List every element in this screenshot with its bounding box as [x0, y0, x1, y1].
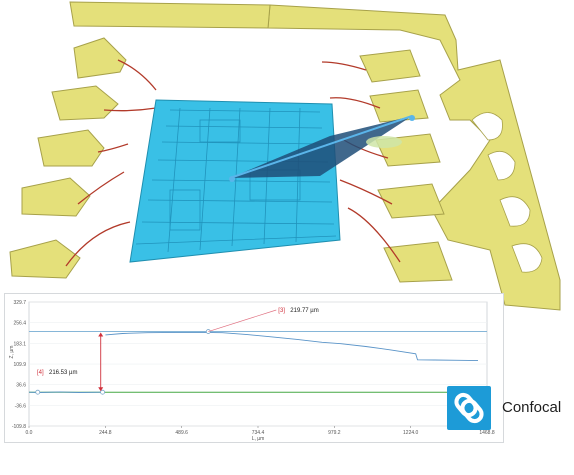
y-tick-label: 256.4: [13, 321, 26, 327]
y-tick-label: 109.9: [13, 362, 26, 368]
x-tick-label: 489.6: [175, 430, 188, 436]
confocal-link-icon: [454, 392, 484, 424]
annotation-4-value: 216.53 µm: [49, 370, 77, 376]
annotation-3-value: 219.77 µm: [290, 308, 318, 314]
annotation-3-leader: [208, 309, 277, 332]
x-tick-label: 979.2: [328, 430, 341, 436]
profile-chart-panel: 329.7 256.4 183.1 109.9 36.6 -36.6 -109.8 0.0 24…: [4, 293, 504, 443]
x-tick-label: 1224.0: [403, 430, 419, 436]
product-name: Confocal: [502, 399, 562, 416]
leadframe-top-strip: [69, 1, 271, 29]
pad-left-4: [21, 177, 91, 217]
pad-left-1: [73, 37, 127, 79]
profile-chart: 329.7 256.4 183.1 109.9 36.6 -36.6 -109.80.0 24…: [9, 300, 495, 442]
left-pads: [9, 37, 127, 279]
profile-start-handle[interactable]: [229, 176, 235, 182]
profile-marker: [100, 389, 105, 395]
pad-right-4: [377, 183, 445, 219]
confocal-badge: [447, 386, 491, 430]
profile-series-2: [105, 331, 479, 362]
y-tick-label: 183.1: [13, 341, 26, 347]
profile-highlight: [366, 136, 402, 148]
y-tick-label: -36.6: [15, 403, 27, 409]
pad-right-2: [369, 89, 429, 123]
height-measure-arrow-top: [98, 332, 104, 337]
pad-left-2: [51, 85, 119, 121]
annotation-3-id: [3]: [278, 308, 285, 314]
y-axis-label: Z, µm: [9, 346, 15, 359]
y-tick-label: -109.8: [12, 424, 26, 430]
profile-end-handle[interactable]: [409, 115, 415, 121]
y-tick-label: 36.6: [16, 383, 26, 389]
x-axis-label: L, µm: [252, 436, 265, 442]
right-pads: [359, 49, 453, 283]
x-tick-label: 0.0: [26, 430, 33, 436]
pad-left-3: [37, 129, 105, 167]
annotation-4-id: [4]: [37, 370, 44, 376]
pad-right-1: [359, 49, 421, 83]
pad-left-5: [9, 239, 81, 279]
x-tick-label: 1468.8: [479, 430, 495, 436]
pad-right-5: [383, 241, 453, 283]
x-tick-label: 244.8: [99, 430, 112, 436]
profile-marker: [35, 389, 41, 395]
y-tick-label: 329.7: [13, 300, 26, 306]
